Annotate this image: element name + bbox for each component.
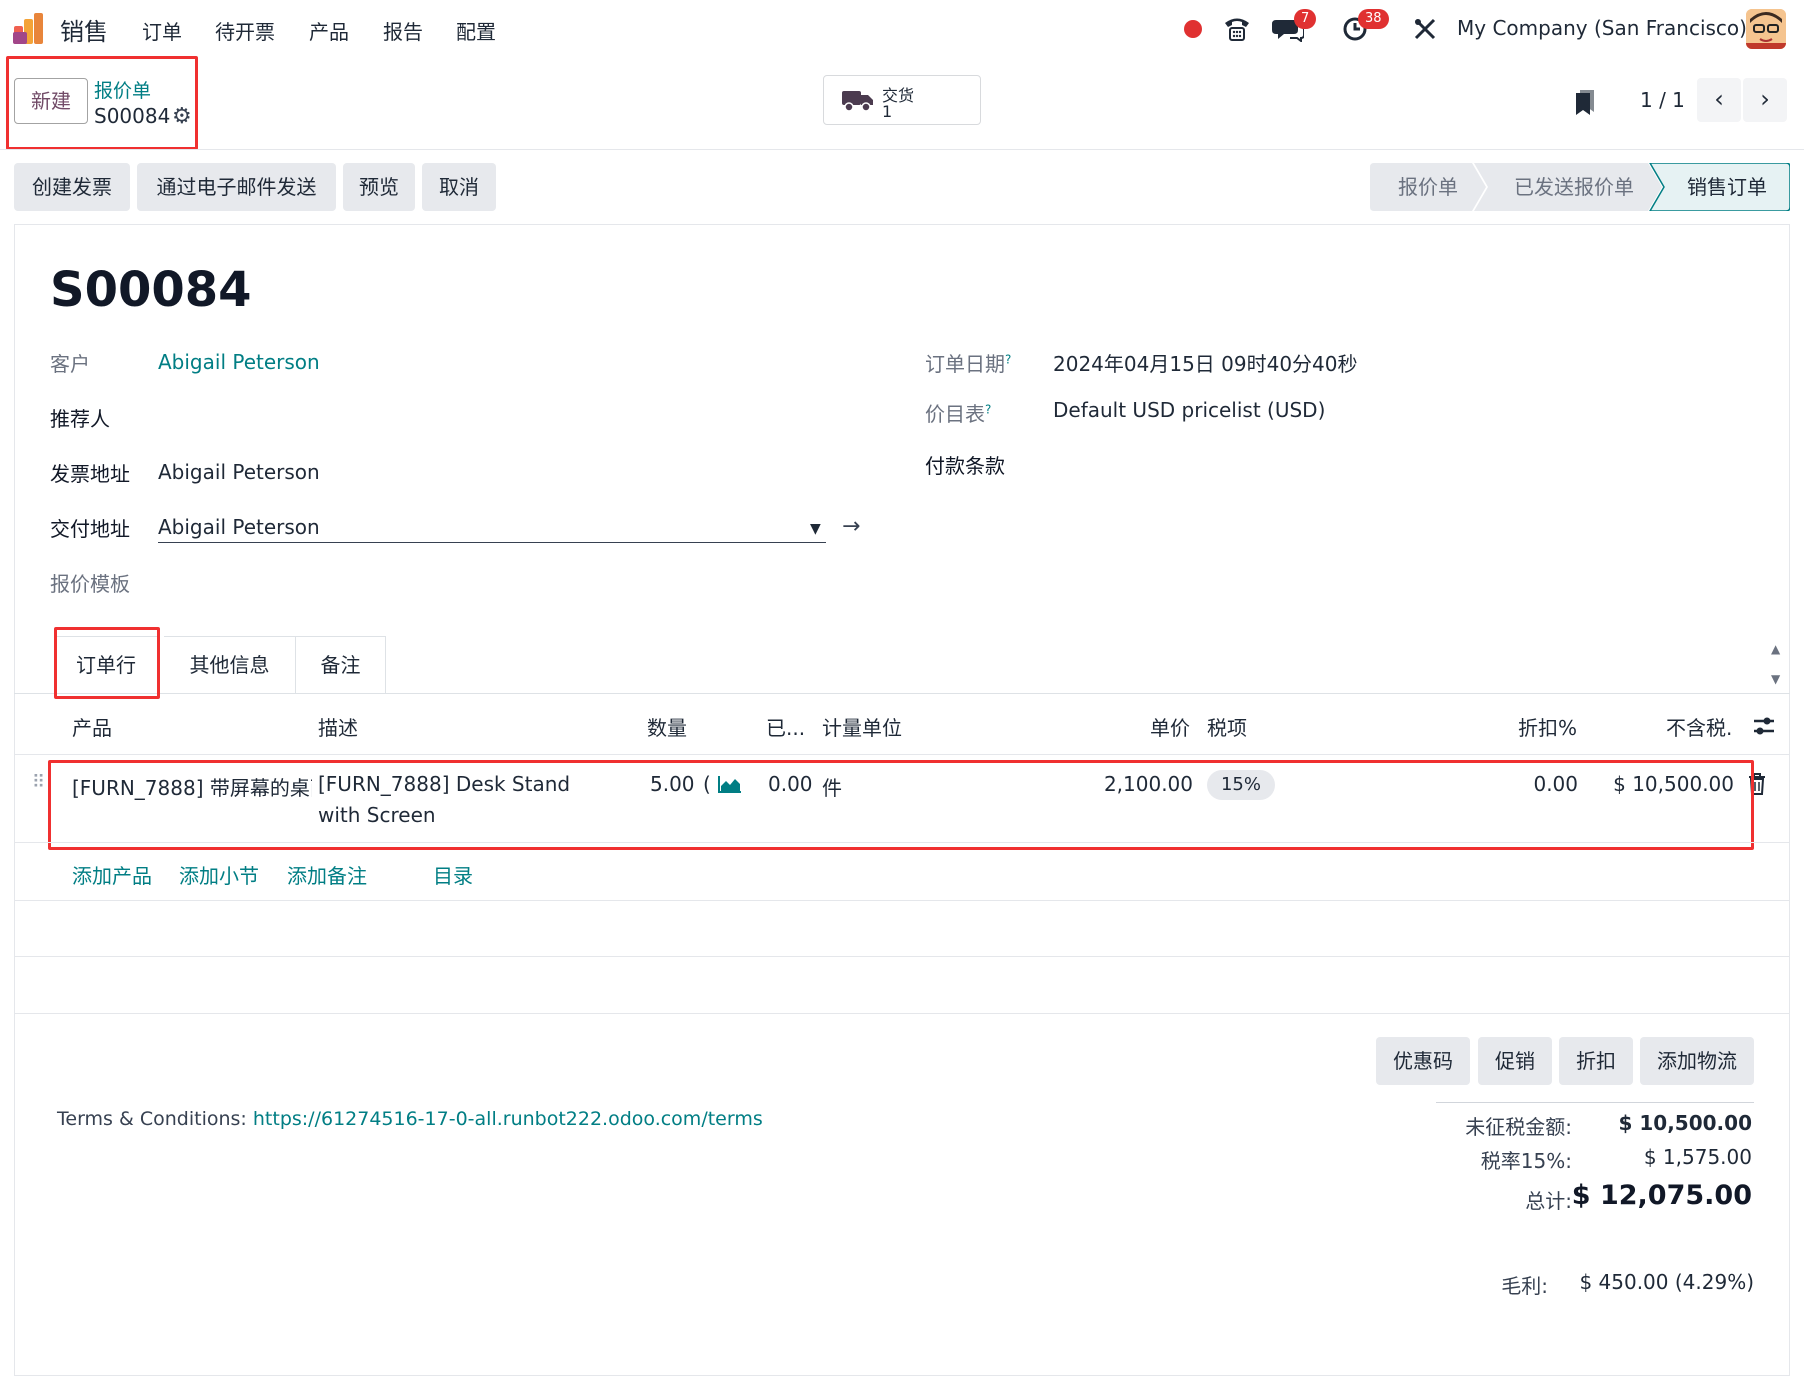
- col-header-product[interactable]: 产品: [72, 712, 112, 741]
- col-header-unit-price[interactable]: 单价: [1150, 712, 1190, 741]
- tab-other-info[interactable]: 其他信息: [164, 636, 296, 694]
- delivery-address-underline: [158, 542, 826, 543]
- scroll-up-icon[interactable]: ▲: [1771, 642, 1780, 656]
- coupon-code-button[interactable]: 优惠码: [1376, 1037, 1470, 1085]
- add-shipping-button[interactable]: 添加物流: [1640, 1037, 1754, 1085]
- col-header-uom[interactable]: 计量单位: [822, 712, 902, 741]
- drag-handle-icon[interactable]: ⠿: [32, 772, 45, 793]
- help-tooltip-icon[interactable]: ?: [985, 402, 991, 416]
- status-sales-order[interactable]: 销售订单: [1664, 163, 1790, 211]
- invoice-address-field[interactable]: Abigail Peterson: [158, 460, 320, 484]
- invoice-address-label: 发票地址: [50, 462, 130, 486]
- create-invoice-button[interactable]: 创建发票: [14, 163, 130, 211]
- app-name[interactable]: 销售: [60, 12, 108, 47]
- highlight-box-row: [48, 760, 1754, 850]
- recording-dot-icon[interactable]: [1184, 20, 1202, 38]
- tab-divider: [14, 693, 1790, 694]
- gear-icon[interactable]: ⚙: [172, 104, 192, 129]
- payment-terms-label: 付款条款: [925, 454, 1005, 478]
- internal-link-arrow-icon[interactable]: →: [842, 514, 860, 539]
- pricelist-label: 价目表?: [925, 402, 992, 426]
- untaxed-amount-value: $ 10,500.00: [1618, 1111, 1753, 1135]
- margin-value: $ 450.00 (4.29%): [1579, 1270, 1754, 1294]
- row-divider: [14, 956, 1790, 957]
- truck-icon: [842, 91, 873, 112]
- promotions-button[interactable]: 促销: [1478, 1037, 1552, 1085]
- new-button[interactable]: 新建: [14, 78, 88, 124]
- add-product-link[interactable]: 添加产品: [72, 860, 152, 889]
- breadcrumb-quotations[interactable]: 报价单: [94, 76, 151, 103]
- dropdown-caret-icon[interactable]: ▼: [810, 521, 821, 537]
- top-navbar: 销售 订单 待开票 产品 报告 配置 7 38 My Company (San …: [0, 0, 1804, 58]
- pager-next-button[interactable]: ›: [1743, 78, 1787, 122]
- chat-badge: 7: [1294, 9, 1317, 29]
- discount-button[interactable]: 折扣: [1559, 1037, 1633, 1085]
- tax-label: 税率15%:: [1480, 1149, 1572, 1173]
- user-avatar[interactable]: [1746, 9, 1786, 49]
- statusbar: 报价单 已发送报价单 销售订单: [1370, 163, 1790, 211]
- record-name: S00084: [50, 262, 252, 318]
- tax-value: $ 1,575.00: [1643, 1145, 1752, 1169]
- chevron-right-icon: ›: [1760, 85, 1770, 113]
- row-divider: [14, 900, 1790, 901]
- order-date-field[interactable]: 2024年04月15日 09时40分40秒: [1053, 348, 1358, 377]
- col-header-description[interactable]: 描述: [318, 712, 358, 741]
- menu-orders[interactable]: 订单: [142, 16, 182, 45]
- quote-template-label: 报价模板: [50, 572, 130, 596]
- preview-button[interactable]: 预览: [343, 163, 415, 211]
- bookmark-icon[interactable]: [1574, 88, 1596, 116]
- send-by-email-button[interactable]: 通过电子邮件发送: [137, 163, 336, 211]
- col-header-taxes[interactable]: 税项: [1207, 712, 1247, 741]
- optional-columns-sliders-icon[interactable]: [1752, 715, 1776, 737]
- col-header-subtotal[interactable]: 不含税.: [1666, 712, 1732, 741]
- customer-field[interactable]: Abigail Peterson: [158, 350, 320, 374]
- phone-icon[interactable]: [1222, 14, 1252, 42]
- totals-divider: [1436, 1102, 1754, 1103]
- add-section-link[interactable]: 添加小节: [179, 860, 259, 889]
- terms-label: Terms & Conditions:: [57, 1108, 247, 1130]
- catalog-link[interactable]: 目录: [433, 860, 473, 889]
- pricelist-field[interactable]: Default USD pricelist (USD): [1053, 398, 1325, 422]
- debug-tools-icon[interactable]: [1412, 16, 1438, 42]
- col-header-delivered[interactable]: 已...: [766, 712, 805, 741]
- margin-label: 毛利:: [1501, 1274, 1548, 1298]
- col-header-discount[interactable]: 折扣%: [1518, 712, 1577, 741]
- highlight-box-tab: [54, 627, 160, 699]
- status-quotation[interactable]: 报价单: [1370, 163, 1486, 211]
- delivery-smart-button[interactable]: 交货 1: [823, 75, 981, 125]
- menu-to-invoice[interactable]: 待开票: [215, 16, 275, 45]
- pager-value[interactable]: 1 / 1: [1640, 88, 1685, 112]
- cancel-button[interactable]: 取消: [422, 163, 496, 211]
- terms-url-link[interactable]: https://61274516-17-0-all.runbot222.odoo…: [253, 1108, 763, 1130]
- delivery-count: 1: [882, 102, 893, 121]
- sales-app-logo-icon[interactable]: [12, 12, 48, 46]
- menu-products[interactable]: 产品: [309, 16, 349, 45]
- status-quotation-sent[interactable]: 已发送报价单: [1488, 163, 1660, 211]
- help-tooltip-icon[interactable]: ?: [1005, 352, 1011, 366]
- activity-badge: 38: [1358, 9, 1389, 29]
- delivery-address-field[interactable]: Abigail Peterson: [158, 515, 320, 539]
- add-note-link[interactable]: 添加备注: [287, 860, 367, 889]
- scroll-down-icon[interactable]: ▼: [1771, 672, 1780, 686]
- row-divider: [14, 842, 1790, 843]
- divider: [0, 149, 1804, 150]
- row-divider: [14, 1013, 1790, 1014]
- company-switcher[interactable]: My Company (San Francisco): [1457, 16, 1747, 40]
- pager-previous-button[interactable]: ‹: [1697, 78, 1741, 122]
- table-header-divider: [14, 754, 1790, 755]
- menu-configuration[interactable]: 配置: [456, 16, 496, 45]
- referrer-label: 推荐人: [50, 407, 110, 431]
- customer-label: 客户: [50, 352, 90, 376]
- terms-and-conditions: Terms & Conditions: https://61274516-17-…: [57, 1108, 763, 1130]
- total-value: $ 12,075.00: [1571, 1180, 1752, 1211]
- menu-reporting[interactable]: 报告: [383, 16, 423, 45]
- tab-notes[interactable]: 备注: [296, 636, 386, 694]
- chevron-left-icon: ‹: [1714, 85, 1724, 113]
- breadcrumb-current: S00084: [94, 104, 171, 128]
- order-date-label: 订单日期?: [925, 352, 1012, 376]
- delivery-address-label: 交付地址: [50, 517, 130, 541]
- untaxed-amount-label: 未征税金额:: [1465, 1115, 1572, 1139]
- col-header-quantity[interactable]: 数量: [647, 712, 687, 741]
